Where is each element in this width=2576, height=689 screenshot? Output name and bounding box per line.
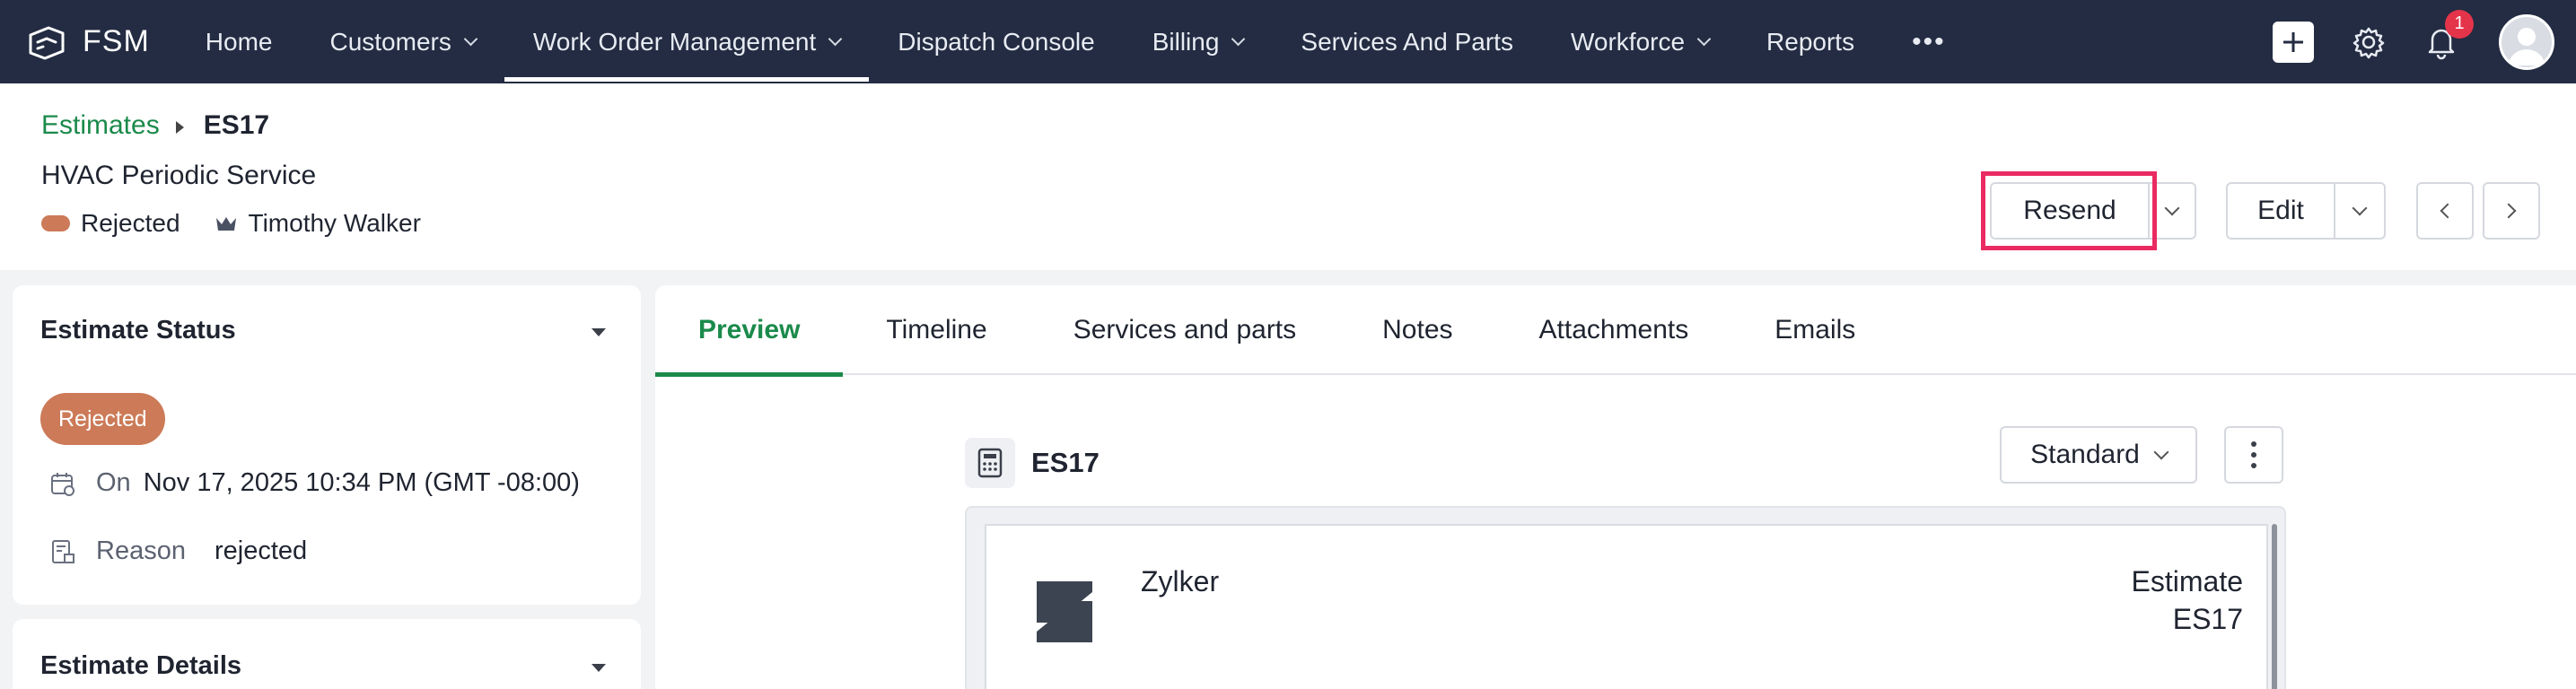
next-record-button[interactable] <box>2483 182 2540 240</box>
nav-item-label: Workforce <box>1570 27 1686 56</box>
chevron-down-icon <box>1696 31 1712 47</box>
document-preview: Zylker Estimate ES17 <box>965 506 2286 689</box>
record-meta: Rejected Timothy Walker <box>41 209 421 238</box>
nav-item-billing[interactable]: Billing <box>1124 0 1273 83</box>
nav-item-work-order-management[interactable]: Work Order Management <box>504 0 870 83</box>
breadcrumb-separator-icon <box>175 121 184 134</box>
notifications-button[interactable]: 1 <box>2423 9 2474 60</box>
zylker-logo-icon <box>1037 581 1092 642</box>
kebab-icon[interactable] <box>2224 426 2283 484</box>
notification-badge: 1 <box>2445 9 2474 39</box>
nav-item-dispatch-console[interactable]: Dispatch Console <box>869 0 1123 83</box>
breadcrumb: Estimates ES17 <box>41 110 269 141</box>
chevron-down-icon <box>1231 31 1246 47</box>
page-title: HVAC Periodic Service <box>41 161 317 190</box>
status-badge: Rejected <box>40 393 165 445</box>
collapse-caret-icon[interactable] <box>591 328 606 336</box>
brand[interactable]: FSM <box>25 0 150 83</box>
calculator-icon <box>977 448 1003 478</box>
gear-icon[interactable] <box>2352 25 2386 59</box>
status-pill-icon <box>41 215 70 231</box>
top-nav: FSM Home Customers Work Order Management Di… <box>0 0 2576 83</box>
nav-item-label: Billing <box>1152 27 1220 56</box>
chevron-down-icon <box>2153 444 2169 460</box>
status-date-row: On Nov 17, 2025 10:34 PM (GMT -08:00) <box>49 468 580 498</box>
estimate-details-card: Estimate Details <box>13 619 641 689</box>
calendar-icon <box>51 472 74 496</box>
estimate-status-card: Estimate Status Rejected On Nov 17, 2025… <box>13 285 641 605</box>
tab-emails[interactable]: Emails <box>1731 285 1898 375</box>
estimate-details-title: Estimate Details <box>40 651 242 680</box>
nav-item-label: Home <box>205 27 273 56</box>
tab-notes[interactable]: Notes <box>1339 285 1495 375</box>
chevron-down-icon <box>463 31 478 47</box>
preview-scrollbar[interactable] <box>2272 524 2277 689</box>
app-name: FSM <box>83 24 150 58</box>
record-header: Estimates ES17 HVAC Periodic Service Rej… <box>0 83 2576 270</box>
nav-item-label: Services And Parts <box>1301 27 1513 56</box>
collapse-caret-icon[interactable] <box>591 664 606 672</box>
nav-item-label: Reports <box>1766 27 1855 56</box>
document-bar: ES17 <box>965 438 1100 488</box>
breadcrumb-current: ES17 <box>203 110 270 140</box>
breadcrumb-estimates-link[interactable]: Estimates <box>41 110 160 141</box>
reason-icon <box>52 539 74 563</box>
create-button[interactable] <box>2273 21 2314 63</box>
tab-services-and-parts[interactable]: Services and parts <box>1030 285 1339 375</box>
avatar[interactable] <box>2499 13 2554 70</box>
company-name: Zylker <box>1141 565 1220 597</box>
previous-record-button[interactable] <box>2416 182 2474 240</box>
resend-highlight <box>1981 171 2157 250</box>
nav-item-reports[interactable]: Reports <box>1738 0 1883 83</box>
estimate-status-title: Estimate Status <box>40 316 236 344</box>
chevron-down-icon <box>2164 200 2180 216</box>
status-label: Rejected <box>81 209 180 237</box>
status-reason-value: rejected <box>214 536 308 565</box>
chevron-left-icon <box>2440 203 2456 219</box>
calculator-icon-box <box>965 438 1015 488</box>
template-select-value: Standard <box>2030 440 2140 469</box>
fsm-logo-icon <box>29 26 65 59</box>
status-date-label: On <box>96 468 131 497</box>
chevron-down-icon <box>828 31 843 47</box>
plus-icon <box>2283 31 2303 52</box>
nav-item-workforce[interactable]: Workforce <box>1542 0 1738 83</box>
nav-actions: 1 <box>2273 0 2576 83</box>
status-reason-label: Reason <box>96 536 186 565</box>
tab-bar: Preview Timeline Services and parts Notes At… <box>655 285 2576 377</box>
crown-icon <box>215 217 236 231</box>
status-date-value: Nov 17, 2025 10:34 PM (GMT -08:00) <box>143 468 580 497</box>
user-icon <box>2509 27 2545 65</box>
nav-item-customers[interactable]: Customers <box>301 0 504 83</box>
owner-name[interactable]: Timothy Walker <box>249 209 421 238</box>
document-type: Estimate <box>2131 565 2243 597</box>
nav-item-label: Work Order Management <box>532 27 817 56</box>
nav-item-home[interactable]: Home <box>177 0 302 83</box>
tab-attachments[interactable]: Attachments <box>1496 285 1732 375</box>
tab-preview[interactable]: Preview <box>655 285 844 377</box>
tab-timeline[interactable]: Timeline <box>843 285 1030 375</box>
detail-panel: Preview Timeline Services and parts Notes At… <box>655 285 2576 689</box>
chevron-right-icon <box>2501 203 2517 219</box>
edit-button[interactable]: Edit <box>2226 182 2335 240</box>
preview-page: Zylker Estimate ES17 <box>985 524 2268 689</box>
status-reason-row: Reason rejected <box>49 536 307 566</box>
edit-dropdown-button[interactable] <box>2334 182 2386 240</box>
document-id: ES17 <box>1031 447 1100 478</box>
nav-item-services-and-parts[interactable]: Services And Parts <box>1272 0 1542 83</box>
document-number: ES17 <box>2172 603 2243 635</box>
nav-item-label: Customers <box>329 27 451 56</box>
chevron-down-icon <box>2352 200 2368 216</box>
more-menu-button[interactable]: ••• <box>1883 0 1975 83</box>
nav-menu: Home Customers Work Order Management Dispat… <box>177 0 1975 83</box>
template-select[interactable]: Standard <box>2000 426 2197 484</box>
nav-item-label: Dispatch Console <box>898 27 1095 56</box>
